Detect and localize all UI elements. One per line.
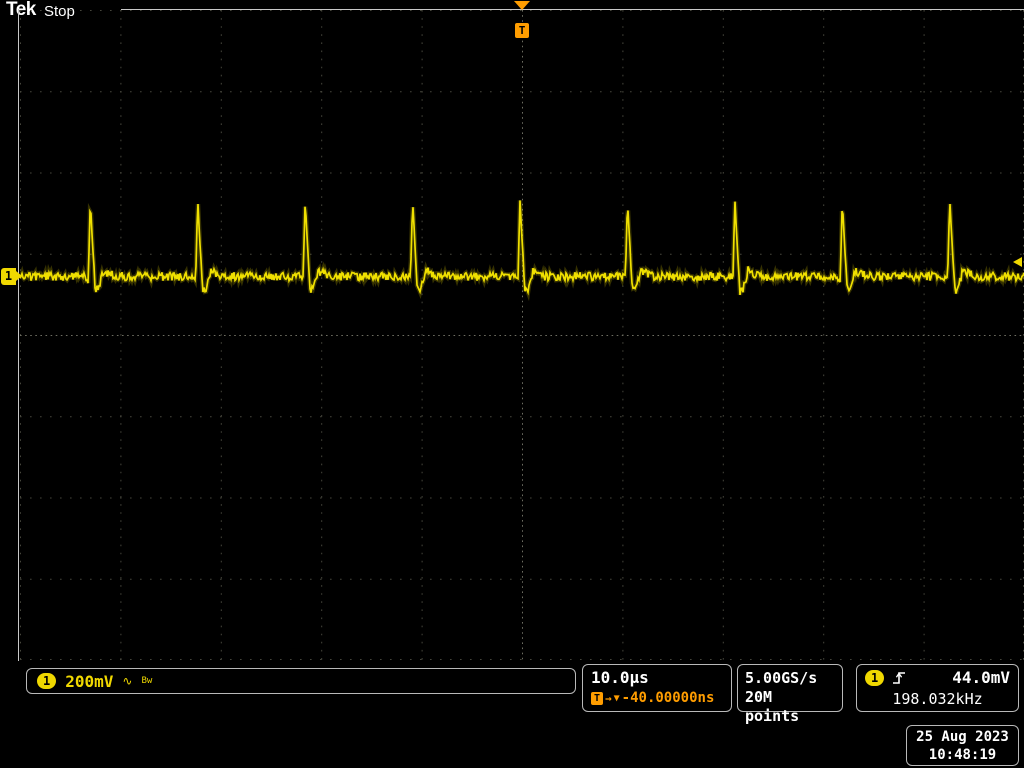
trigger-position-arrow-icon[interactable] <box>514 1 530 10</box>
trigger-position-readout: T → ▼ -40.00000ns <box>591 690 723 706</box>
trigger-frequency: 198.032kHz <box>865 690 1010 708</box>
trigger-readout: 1 44.0mV 198.032kHz <box>856 664 1019 712</box>
acquisition-readout: 5.00GS/s 20M points <box>737 664 843 712</box>
oscilloscope-screen: Tek Stop T 1 1 200mV ∿ Bw 10.0µs T → ▼ -… <box>0 0 1024 768</box>
horizontal-readout: 10.0µs T → ▼ -40.00000ns <box>582 664 732 712</box>
channel1-readout: 1 200mV ∿ Bw <box>26 668 576 694</box>
trigger-position-marker[interactable]: T <box>515 23 529 38</box>
trigger-level-arrow-icon[interactable] <box>1013 257 1022 267</box>
record-length: 20M points <box>745 688 835 726</box>
coupling-icon: ∿ <box>122 674 132 688</box>
channel1-ground-marker[interactable]: 1 <box>1 268 16 285</box>
display-left-border <box>18 9 19 661</box>
sample-rate: 5.00GS/s <box>745 669 835 688</box>
arrow-right-icon: → <box>605 692 612 705</box>
channel1-scale: 200mV <box>65 672 113 691</box>
channel1-badge: 1 <box>37 673 56 689</box>
trigger-source-badge: 1 <box>865 670 884 686</box>
trigger-level-value: 44.0mV <box>952 668 1010 687</box>
date-value: 25 Aug 2023 <box>913 728 1012 746</box>
rising-edge-slope-icon <box>892 671 906 685</box>
marker-down-icon: ▼ <box>614 693 620 704</box>
datetime-readout: 25 Aug 2023 10:48:19 <box>906 725 1019 766</box>
trigger-t-icon: T <box>591 692 603 705</box>
bandwidth-limit-icon: Bw <box>141 676 152 686</box>
waveform-display <box>20 10 1024 660</box>
trigger-position-value: -40.00000ns <box>622 690 715 706</box>
timebase-scale: 10.0µs <box>591 668 723 687</box>
time-value: 10:48:19 <box>913 746 1012 764</box>
